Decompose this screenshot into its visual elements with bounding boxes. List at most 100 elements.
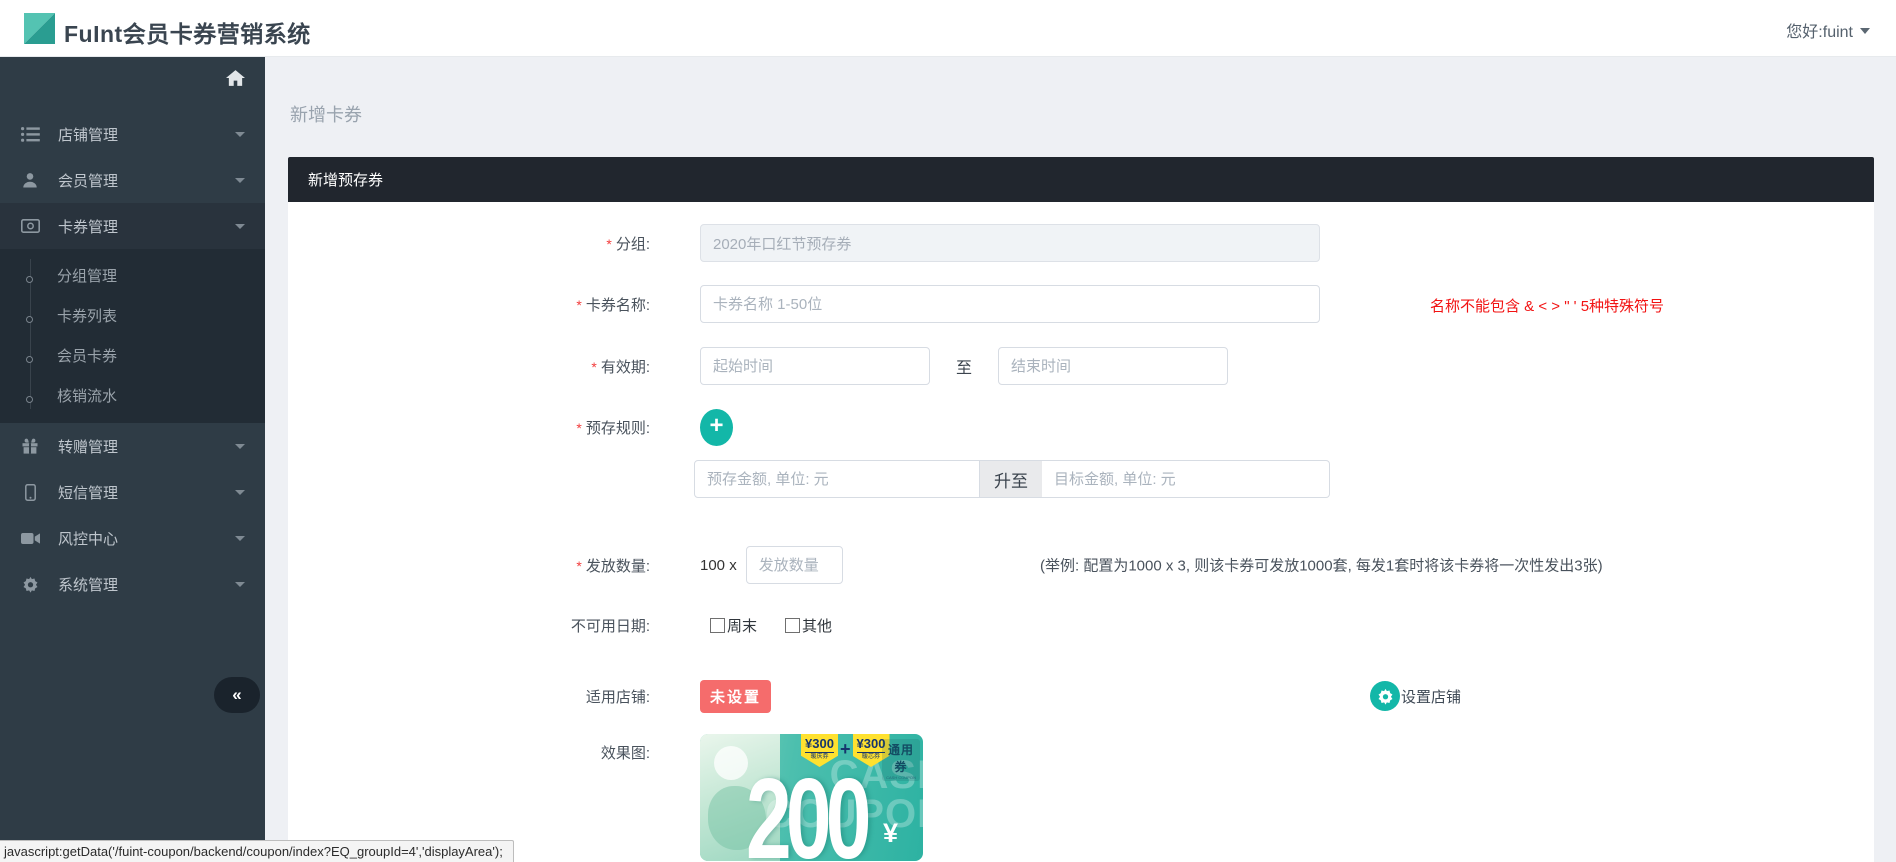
breadcrumb: 新增卡券 xyxy=(290,101,362,127)
user-menu[interactable]: 您好:fuint xyxy=(1786,18,1870,42)
app-logo-icon xyxy=(24,13,55,44)
rise-to-label: 升至 xyxy=(980,460,1042,498)
sidebar: 店铺管理 会员管理 卡券管理 xyxy=(0,57,265,862)
coupon-badge: ¥300 暖庆券 xyxy=(801,734,838,767)
set-stores-label: 设置店铺 xyxy=(1401,686,1461,707)
sidebar-item-sms-mgmt[interactable]: 短信管理 xyxy=(0,469,265,515)
add-rule-button[interactable]: + xyxy=(700,409,733,446)
gear-icon xyxy=(1370,681,1400,711)
sidebar-subitem-label: 卡券列表 xyxy=(57,305,117,326)
target-amount-input[interactable] xyxy=(1042,460,1330,498)
sidebar-subitem-label: 会员卡券 xyxy=(57,345,117,366)
coupon-type-tag: 通用券 CASH COUPON xyxy=(882,739,920,781)
sidebar-item-coupon-list[interactable]: 卡券列表 xyxy=(0,295,265,335)
form-row-unavailable-days: 不可用日期: 周末 其他 xyxy=(288,610,1874,640)
sidebar-nav: 店铺管理 会员管理 卡券管理 xyxy=(0,103,265,607)
form-row-rule: *预存规则: + xyxy=(288,407,1874,447)
form-row-preview: 效果图: CASH COUPON 200 ¥ xyxy=(288,734,1874,861)
coupon-preview-image: CASH COUPON 200 ¥ ¥300 暖庆券 + xyxy=(700,734,923,861)
set-stores-button[interactable]: 设置店铺 xyxy=(1370,681,1461,711)
other-checkbox[interactable] xyxy=(785,618,800,633)
validity-label: *有效期: xyxy=(288,356,650,377)
sidebar-item-system-mgmt[interactable]: 系统管理 xyxy=(0,561,265,607)
sidebar-item-coupon-mgmt[interactable]: 卡券管理 xyxy=(0,203,265,249)
form-row-stores: 适用店铺: 未设置 设置店铺 xyxy=(288,680,1874,712)
status-badge: 未设置 xyxy=(700,680,771,713)
rule-label: *预存规则: xyxy=(288,417,650,438)
home-icon[interactable] xyxy=(226,70,245,91)
coupon-name-input[interactable] xyxy=(700,285,1320,323)
double-chevron-left-icon: « xyxy=(232,685,241,705)
money-icon xyxy=(19,219,41,233)
gift-icon xyxy=(19,438,41,454)
sidebar-item-store-mgmt[interactable]: 店铺管理 xyxy=(0,111,265,157)
unavailable-days-label: 不可用日期: xyxy=(288,615,650,636)
weekend-checkbox-group[interactable]: 周末 xyxy=(710,615,757,636)
sidebar-item-label: 卡券管理 xyxy=(58,216,235,237)
chevron-down-icon xyxy=(1860,28,1870,34)
list-icon xyxy=(19,127,41,142)
sidebar-home-row xyxy=(0,57,265,103)
sidebar-item-label: 短信管理 xyxy=(58,482,235,503)
coupon-amount: 200 xyxy=(746,763,866,861)
sidebar-item-label: 会员管理 xyxy=(58,170,235,191)
form-row-group: *分组: xyxy=(288,224,1874,262)
sidebar-item-member-coupon[interactable]: 会员卡券 xyxy=(0,335,265,375)
top-header: FuInt会员卡券营销系统 您好:fuint xyxy=(0,0,1896,57)
start-time-input[interactable] xyxy=(700,347,930,385)
panel-title: 新增预存券 xyxy=(308,169,383,190)
chevron-down-icon xyxy=(235,178,245,183)
sidebar-subitem-label: 分组管理 xyxy=(57,265,117,286)
main-content: 新增卡券 新增预存券 *分组: *卡券名称: xyxy=(265,57,1896,862)
sidebar-item-label: 风控中心 xyxy=(58,528,235,549)
end-time-input[interactable] xyxy=(998,347,1228,385)
sidebar-collapse-button[interactable]: « xyxy=(214,677,260,713)
phone-icon xyxy=(19,484,41,501)
video-camera-icon xyxy=(19,532,41,545)
required-asterisk: * xyxy=(591,359,596,375)
form-row-quantity: *发放数量: 100 x (举例: 配置为1000 x 3, 则该卡券可发放10… xyxy=(288,545,1874,585)
sidebar-item-risk-center[interactable]: 风控中心 xyxy=(0,515,265,561)
sidebar-item-label: 系统管理 xyxy=(58,574,235,595)
coupon-currency: ¥ xyxy=(883,818,898,849)
sidebar-item-gift-mgmt[interactable]: 转赠管理 xyxy=(0,423,265,469)
preview-label: 效果图: xyxy=(288,742,650,763)
name-rule-hint: 名称不能包含 & < > " ' 5种特殊符号 xyxy=(1430,295,1664,316)
stores-label: 适用店铺: xyxy=(288,686,650,707)
app-window: FuInt会员卡券营销系统 您好:fuint 店铺管理 xyxy=(0,0,1896,862)
coupon-badges: ¥300 暖庆券 + ¥300 暖芯券 xyxy=(801,734,890,767)
user-greeting: 您好:fuint xyxy=(1786,18,1853,42)
date-separator: 至 xyxy=(956,354,972,378)
required-asterisk: * xyxy=(576,558,581,574)
sidebar-item-redeem-flow[interactable]: 核销流水 xyxy=(0,375,265,415)
required-asterisk: * xyxy=(576,297,581,313)
deposit-amount-input[interactable] xyxy=(694,460,980,498)
chevron-down-icon xyxy=(235,536,245,541)
bullet-icon xyxy=(26,356,33,363)
coupon-name-label: *卡券名称: xyxy=(288,294,650,315)
group-label: *分组: xyxy=(288,233,650,254)
panel-body: *分组: *卡券名称: 名称不能包含 & < > " ' 5种特殊符号 xyxy=(288,202,1874,862)
chevron-down-icon xyxy=(235,582,245,587)
browser-status-tooltip: javascript:getData('/fuint-coupon/backen… xyxy=(0,840,514,862)
weekend-checkbox[interactable] xyxy=(710,618,725,633)
gear-icon xyxy=(19,576,41,593)
plus-icon: + xyxy=(840,739,851,760)
panel-header: 新增预存券 xyxy=(288,157,1874,202)
sidebar-item-group-mgmt[interactable]: 分组管理 xyxy=(0,255,265,295)
rule-amount-group: 升至 xyxy=(694,460,1330,498)
plus-icon: + xyxy=(709,414,723,438)
required-asterisk: * xyxy=(606,236,611,252)
sidebar-item-member-mgmt[interactable]: 会员管理 xyxy=(0,157,265,203)
required-asterisk: * xyxy=(576,420,581,436)
form-row-name: *卡券名称: 名称不能包含 & < > " ' 5种特殊符号 xyxy=(288,285,1874,323)
other-checkbox-group[interactable]: 其他 xyxy=(785,615,832,636)
form-row-rule-amounts: 升至 xyxy=(288,460,1874,498)
quantity-input[interactable] xyxy=(746,546,843,584)
sidebar-submenu-coupon: 分组管理 卡券列表 会员卡券 核销流水 xyxy=(0,249,265,423)
quantity-prefix: 100 x xyxy=(700,557,737,574)
chevron-down-icon xyxy=(235,444,245,449)
other-checkbox-label: 其他 xyxy=(802,615,832,636)
form-row-validity: *有效期: 至 xyxy=(288,347,1874,385)
sidebar-item-label: 店铺管理 xyxy=(58,124,235,145)
